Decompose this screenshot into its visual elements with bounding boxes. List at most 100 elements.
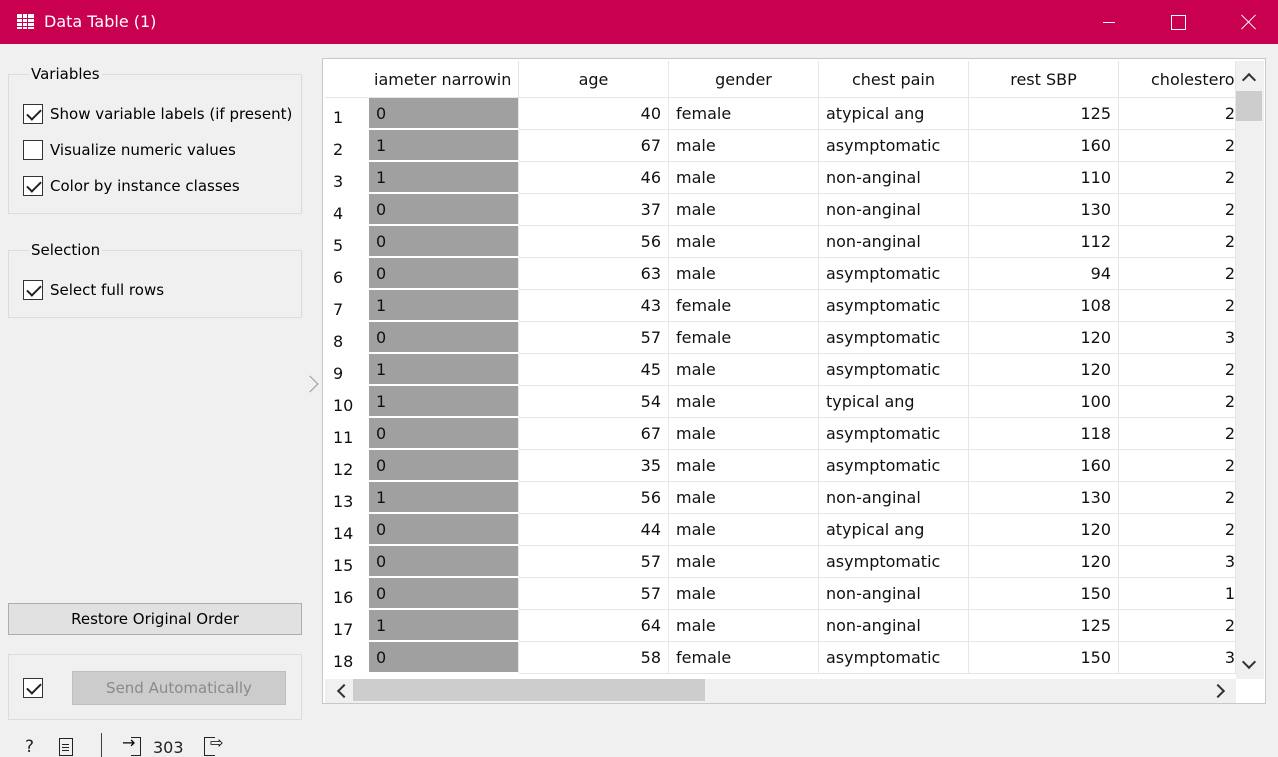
cell-diameter-narrowing[interactable]: 1 <box>369 610 519 642</box>
cell-chest-pain[interactable]: asymptomatic <box>819 354 969 386</box>
cell-rest-sbp[interactable]: 100 <box>969 386 1119 418</box>
table-corner[interactable] <box>325 61 369 98</box>
cell-gender[interactable]: male <box>669 482 819 514</box>
cell-cholesterol[interactable]: 2 <box>1119 258 1236 290</box>
vertical-scrollbar[interactable] <box>1236 61 1264 679</box>
cell-gender[interactable]: male <box>669 578 819 610</box>
column-header-chest-pain[interactable]: chest pain <box>819 61 969 98</box>
cell-rest-sbp[interactable]: 94 <box>969 258 1119 290</box>
scroll-down-arrow-icon[interactable] <box>1241 654 1257 670</box>
cell-rest-sbp[interactable]: 120 <box>969 354 1119 386</box>
cell-age[interactable]: 37 <box>519 194 669 226</box>
cell-gender[interactable]: male <box>669 610 819 642</box>
cell-age[interactable]: 58 <box>519 642 669 674</box>
cell-cholesterol[interactable]: 2 <box>1119 514 1236 546</box>
cell-gender[interactable]: male <box>669 194 819 226</box>
show-labels-option[interactable]: Show variable labels (if present) <box>23 104 292 124</box>
select-full-rows-option[interactable]: Select full rows <box>23 280 164 300</box>
cell-rest-sbp[interactable]: 110 <box>969 162 1119 194</box>
cell-diameter-narrowing[interactable]: 0 <box>369 418 519 450</box>
cell-chest-pain[interactable]: atypical ang <box>819 98 969 130</box>
row-header[interactable]: 13 <box>325 482 369 514</box>
cell-chest-pain[interactable]: non-anginal <box>819 578 969 610</box>
cell-cholesterol[interactable]: 2 <box>1119 354 1236 386</box>
cell-chest-pain[interactable]: non-anginal <box>819 610 969 642</box>
cell-diameter-narrowing[interactable]: 1 <box>369 482 519 514</box>
column-header-diameter-narrowing[interactable]: iameter narrowin <box>369 61 519 98</box>
row-header[interactable]: 3 <box>325 162 369 194</box>
cell-cholesterol[interactable]: 2 <box>1119 98 1236 130</box>
maximize-button[interactable] <box>1154 0 1200 44</box>
row-header[interactable]: 16 <box>325 578 369 610</box>
cell-rest-sbp[interactable]: 125 <box>969 98 1119 130</box>
cell-diameter-narrowing[interactable]: 0 <box>369 322 519 354</box>
row-header[interactable]: 15 <box>325 546 369 578</box>
cell-diameter-narrowing[interactable]: 0 <box>369 226 519 258</box>
cell-gender[interactable]: male <box>669 546 819 578</box>
cell-rest-sbp[interactable]: 120 <box>969 322 1119 354</box>
cell-cholesterol[interactable]: 2 <box>1119 610 1236 642</box>
minimize-button[interactable] <box>1085 0 1131 44</box>
color-by-class-checkbox[interactable] <box>23 176 43 196</box>
cell-gender[interactable]: female <box>669 322 819 354</box>
cell-rest-sbp[interactable]: 160 <box>969 450 1119 482</box>
cell-cholesterol[interactable]: 3 <box>1119 322 1236 354</box>
cell-chest-pain[interactable]: non-anginal <box>819 194 969 226</box>
cell-cholesterol[interactable]: 2 <box>1119 482 1236 514</box>
scroll-up-arrow-icon[interactable] <box>1241 72 1257 88</box>
visualize-numeric-option[interactable]: Visualize numeric values <box>23 140 236 160</box>
cell-age[interactable]: 57 <box>519 546 669 578</box>
row-header[interactable]: 12 <box>325 450 369 482</box>
cell-cholesterol[interactable]: 2 <box>1119 162 1236 194</box>
cell-age[interactable]: 56 <box>519 226 669 258</box>
scroll-right-arrow-icon[interactable] <box>1210 683 1226 699</box>
column-header-rest-sbp[interactable]: rest SBP <box>969 61 1119 98</box>
cell-cholesterol[interactable]: 3 <box>1119 546 1236 578</box>
cell-chest-pain[interactable]: asymptomatic <box>819 322 969 354</box>
cell-rest-sbp[interactable]: 150 <box>969 578 1119 610</box>
cell-age[interactable]: 46 <box>519 162 669 194</box>
cell-chest-pain[interactable]: asymptomatic <box>819 258 969 290</box>
cell-age[interactable]: 45 <box>519 354 669 386</box>
cell-diameter-narrowing[interactable]: 1 <box>369 162 519 194</box>
cell-gender[interactable]: male <box>669 354 819 386</box>
cell-diameter-narrowing[interactable]: 0 <box>369 258 519 290</box>
scroll-left-arrow-icon[interactable] <box>336 683 352 699</box>
cell-rest-sbp[interactable]: 120 <box>969 514 1119 546</box>
cell-age[interactable]: 56 <box>519 482 669 514</box>
show-labels-checkbox[interactable] <box>23 104 43 124</box>
send-automatically-checkbox[interactable] <box>23 678 43 698</box>
cell-cholesterol[interactable]: 2 <box>1119 194 1236 226</box>
cell-age[interactable]: 57 <box>519 322 669 354</box>
cell-gender[interactable]: male <box>669 418 819 450</box>
select-full-rows-checkbox[interactable] <box>23 280 43 300</box>
cell-gender[interactable]: female <box>669 642 819 674</box>
row-header[interactable]: 6 <box>325 258 369 290</box>
column-header-age[interactable]: age <box>519 61 669 98</box>
cell-age[interactable]: 54 <box>519 386 669 418</box>
row-header[interactable]: 17 <box>325 610 369 642</box>
cell-rest-sbp[interactable]: 125 <box>969 610 1119 642</box>
restore-original-order-button[interactable]: Restore Original Order <box>8 603 302 635</box>
row-header[interactable]: 2 <box>325 130 369 162</box>
cell-cholesterol[interactable]: 1 <box>1119 578 1236 610</box>
cell-gender[interactable]: male <box>669 162 819 194</box>
cell-rest-sbp[interactable]: 130 <box>969 482 1119 514</box>
cell-rest-sbp[interactable]: 130 <box>969 194 1119 226</box>
cell-diameter-narrowing[interactable]: 0 <box>369 98 519 130</box>
column-header-gender[interactable]: gender <box>669 61 819 98</box>
cell-chest-pain[interactable]: asymptomatic <box>819 546 969 578</box>
cell-diameter-narrowing[interactable]: 1 <box>369 130 519 162</box>
cell-chest-pain[interactable]: asymptomatic <box>819 418 969 450</box>
row-header[interactable]: 10 <box>325 386 369 418</box>
visualize-numeric-checkbox[interactable] <box>23 140 43 160</box>
cell-chest-pain[interactable]: atypical ang <box>819 514 969 546</box>
row-header[interactable]: 11 <box>325 418 369 450</box>
cell-gender[interactable]: female <box>669 290 819 322</box>
cell-gender[interactable]: male <box>669 514 819 546</box>
cell-gender[interactable]: male <box>669 450 819 482</box>
cell-cholesterol[interactable]: 2 <box>1119 450 1236 482</box>
cell-age[interactable]: 63 <box>519 258 669 290</box>
cell-diameter-narrowing[interactable]: 1 <box>369 386 519 418</box>
cell-cholesterol[interactable]: 2 <box>1119 290 1236 322</box>
